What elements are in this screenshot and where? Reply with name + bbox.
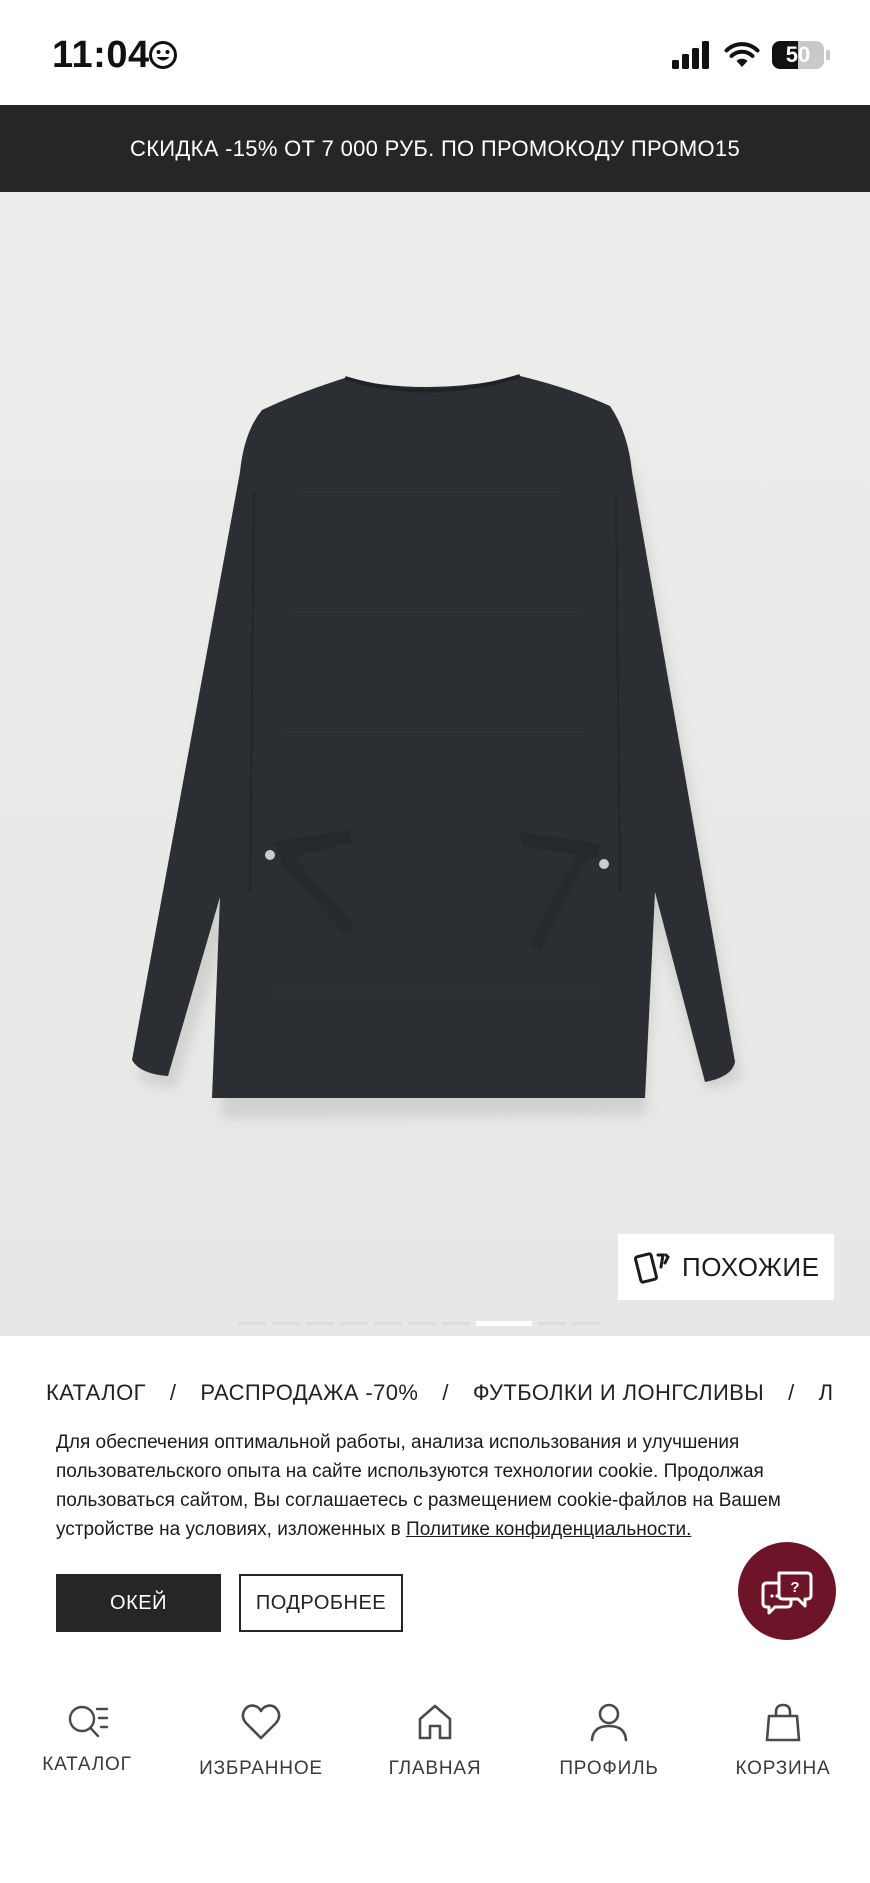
promo-text: СКИДКА -15% ОТ 7 000 РУБ. ПО ПРОМОКОДУ П… — [130, 135, 740, 161]
home-indicator-area — [0, 1808, 870, 1883]
smiley-icon — [149, 41, 177, 69]
nav-item-cart[interactable]: КОРЗИНА — [696, 1688, 870, 1808]
nav-item-favorites[interactable]: ИЗБРАННОЕ — [174, 1688, 348, 1808]
pagination-dot[interactable] — [238, 1321, 266, 1325]
image-pagination[interactable] — [238, 1320, 600, 1326]
breadcrumb-item[interactable]: РАСПРОДАЖА -70% — [200, 1380, 418, 1405]
similar-label: ПОХОЖИЕ — [682, 1251, 820, 1282]
bottom-navigation: КАТАЛОГ ИЗБРАННОЕ ГЛАВНАЯ ПРОФИЛЬ КОРЗИН… — [0, 1688, 870, 1808]
shopping-bag-icon — [765, 1703, 801, 1742]
nav-item-catalog[interactable]: КАТАЛОГ — [0, 1688, 174, 1808]
chat-question-icon: ? — [761, 1571, 813, 1615]
similar-cards-icon — [634, 1252, 670, 1284]
cookie-ok-button[interactable]: ОКЕЙ — [56, 1574, 221, 1632]
breadcrumb-separator: / — [788, 1380, 795, 1405]
nav-label-cart: КОРЗИНА — [735, 1758, 831, 1779]
battery-level: 50 — [785, 42, 811, 67]
promo-banner[interactable]: СКИДКА -15% ОТ 7 000 РУБ. ПО ПРОМОКОДУ П… — [0, 105, 870, 192]
breadcrumb-item[interactable]: Л — [819, 1380, 834, 1405]
pagination-dot[interactable] — [572, 1321, 600, 1325]
battery-indicator: 50 — [772, 41, 824, 69]
breadcrumb-item[interactable]: КАТАЛОГ — [46, 1380, 146, 1405]
breadcrumb-trail: КАТАЛОГ / РАСПРОДАЖА -70% / ФУТБОЛКИ И ЛОНГС… — [46, 1380, 833, 1406]
person-icon — [590, 1703, 628, 1742]
breadcrumb-item[interactable]: ФУТБОЛКИ И ЛОНГСЛИВЫ — [473, 1380, 764, 1405]
similar-products-button[interactable]: ПОХОЖИЕ — [618, 1234, 834, 1300]
product-image-gallery[interactable]: ПОХОЖИЕ — [0, 192, 870, 1336]
search-catalog-icon — [68, 1705, 109, 1738]
privacy-policy-link[interactable]: Политике конфиденциальности. — [406, 1519, 691, 1540]
heart-icon — [241, 1704, 281, 1740]
breadcrumb: КАТАЛОГ / РАСПРОДАЖА -70% / ФУТБОЛКИ И ЛОНГС… — [0, 1336, 870, 1408]
breadcrumb-separator: / — [442, 1380, 449, 1405]
cookie-more-button[interactable]: ПОДРОБНЕЕ — [239, 1574, 403, 1632]
breadcrumb-separator: / — [169, 1380, 177, 1405]
status-bar: 11:04 50 — [0, 0, 870, 105]
nav-item-home[interactable]: ГЛАВНАЯ — [348, 1688, 522, 1808]
cookie-consent-panel: Для обеспечения оптимальной работы, анал… — [0, 1408, 870, 1688]
pagination-dot[interactable] — [272, 1321, 300, 1325]
pagination-dot[interactable] — [306, 1321, 334, 1325]
support-chat-button[interactable]: ? — [738, 1542, 836, 1640]
cookie-message: Для обеспечения оптимальной работы, анал… — [56, 1428, 796, 1544]
pagination-dot[interactable] — [442, 1321, 470, 1325]
nav-label-catalog: КАТАЛОГ — [42, 1754, 132, 1775]
product-photo — [132, 374, 741, 1118]
home-icon — [418, 1704, 452, 1740]
battery-tip — [826, 50, 830, 60]
pagination-dot[interactable] — [340, 1321, 368, 1325]
svg-text:?: ? — [790, 1579, 799, 1596]
nav-label-profile: ПРОФИЛЬ — [559, 1758, 659, 1779]
nav-label-favorites: ИЗБРАННОЕ — [199, 1758, 323, 1779]
status-indicators: 50 — [672, 38, 830, 72]
nav-item-profile[interactable]: ПРОФИЛЬ — [522, 1688, 696, 1808]
pagination-dot[interactable] — [408, 1321, 436, 1325]
nav-label-home: ГЛАВНАЯ — [388, 1758, 482, 1779]
pagination-dot[interactable] — [476, 1320, 532, 1326]
pagination-dot[interactable] — [538, 1321, 566, 1325]
status-time: 11:04 — [52, 34, 150, 76]
pagination-dot[interactable] — [374, 1321, 402, 1325]
cellular-signal-icon — [672, 41, 709, 69]
wifi-icon — [724, 42, 760, 67]
